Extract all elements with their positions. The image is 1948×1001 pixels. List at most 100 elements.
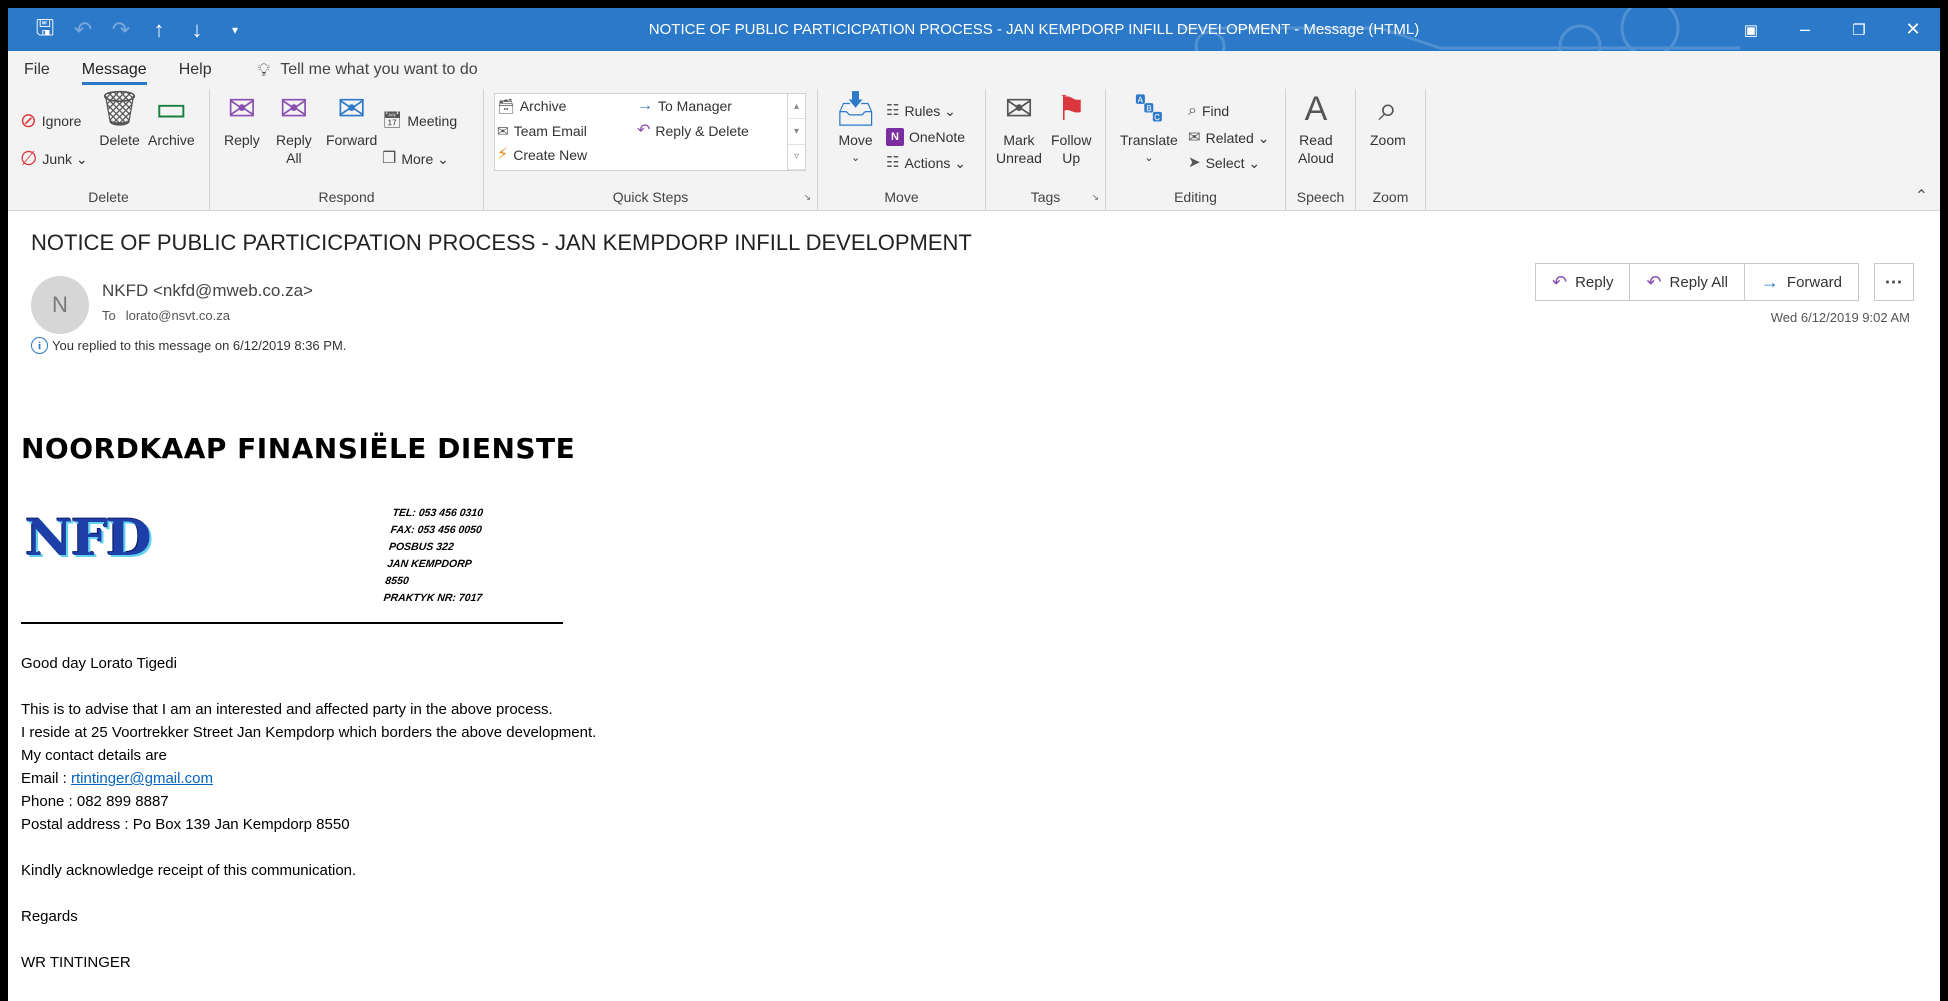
address-line: PRAKTYK NR: 7017 — [382, 592, 483, 604]
dialog-launcher-icon[interactable]: ↘ — [803, 192, 811, 203]
tab-file[interactable]: File — [8, 51, 66, 89]
save-icon[interactable]: 🖫 — [28, 14, 62, 46]
archive-button[interactable]: ▭ Archive — [148, 91, 195, 149]
follow-label-1: Follow — [1051, 132, 1092, 148]
trash-icon: 🗑︎ — [98, 90, 142, 128]
ignore-label: Ignore — [41, 113, 82, 129]
related-button[interactable]: ✉ Related ⌄ — [1188, 128, 1269, 148]
info-bar[interactable]: i You replied to this message on 6/12/20… — [31, 337, 346, 354]
group-tags: ✉ Mark Unread ⚑ Follow Up Tags ↘ — [986, 89, 1106, 211]
select-button[interactable]: ➤ Select ⌄ — [1188, 153, 1260, 173]
group-label-respond: Respond — [318, 189, 375, 205]
sender[interactable]: NKFD <nkfd@mweb.co.za> — [102, 281, 313, 301]
read-aloud-button[interactable]: A Read Aloud — [1298, 91, 1334, 167]
ribbon-display-options-icon[interactable]: ▣ — [1724, 8, 1778, 51]
mark-unread-button[interactable]: ✉ Mark Unread — [996, 91, 1042, 167]
group-label-quick-steps: Quick Steps — [612, 189, 689, 205]
related-icon: ✉ — [1188, 129, 1201, 146]
to-address[interactable]: lorato@nsvt.co.za — [126, 308, 230, 323]
scroll-down-icon[interactable]: ▾ — [788, 119, 805, 145]
tab-message[interactable]: Message — [66, 51, 163, 89]
group-label-move: Move — [884, 189, 919, 205]
greeting: Good day Lorato Tigedi — [21, 655, 177, 672]
actions-button[interactable]: ☷ Actions ⌄ — [886, 153, 966, 173]
tab-help[interactable]: Help — [163, 51, 228, 89]
body-line: I reside at 25 Voortrekker Street Jan Ke… — [21, 724, 597, 741]
reply-all-icon: ✉ — [279, 90, 309, 128]
group-label-delete: Delete — [88, 189, 129, 205]
quickstep-archive[interactable]: 🗃︎ Archive — [497, 96, 566, 116]
body-line: Kindly acknowledge receipt of this commu… — [21, 862, 357, 879]
rules-label: Rules — [904, 103, 941, 119]
group-move: 📥︎ Move ⌄ ☷ Rules ⌄ N OneNote ☷ Actions ⌄ Mov… — [818, 89, 986, 211]
dialog-launcher-icon[interactable]: ↘ — [1091, 192, 1099, 203]
message-actions: ↶ Reply ↶ Reply All → Forward — [1535, 263, 1859, 301]
group-label-zoom: Zoom — [1372, 189, 1409, 205]
reply-all-action-button[interactable]: ↶ Reply All — [1630, 264, 1745, 300]
close-button[interactable]: ✕ — [1886, 8, 1940, 51]
collapse-ribbon-icon[interactable]: ⌃ — [1915, 186, 1928, 206]
forward-button[interactable]: ✉ Forward — [326, 91, 377, 149]
select-label: Select — [1205, 155, 1245, 171]
email-link[interactable]: rtintinger@gmail.com — [71, 770, 213, 787]
delete-button[interactable]: 🗑︎ Delete — [98, 91, 141, 149]
message-datetime: Wed 6/12/2019 9:02 AM — [1770, 310, 1910, 325]
reply-button[interactable]: ✉ Reply — [224, 91, 260, 149]
reply-all-button[interactable]: ✉ Reply All — [276, 91, 312, 167]
quick-steps-scroll[interactable]: ▴ ▾ ▿ — [787, 94, 805, 170]
quickstep-team-email[interactable]: ✉ Team Email — [497, 121, 587, 141]
more-actions-button[interactable]: ⋯ — [1874, 263, 1914, 301]
lightning-icon: ⚡︎ — [497, 146, 509, 163]
find-label: Find — [1201, 103, 1230, 119]
scroll-up-icon[interactable]: ▴ — [788, 94, 805, 120]
to-label: To — [102, 308, 116, 323]
quickstep-to-manager-label: To Manager — [658, 98, 732, 114]
group-editing: 🔤︎ Translate ⌄ ⌕ Find ✉ Related ⌄ ➤ Select ⌄ … — [1106, 89, 1286, 211]
move-button[interactable]: 📥︎ Move ⌄ — [834, 91, 877, 167]
move-label: Move — [838, 132, 873, 148]
outlook-message-window: 🖫 ↶ ↷ ↑ ↓ ▾ NOTICE OF PUBLIC PARTICICPAT… — [8, 8, 1940, 1001]
reply-all-icon: ↶ — [1646, 271, 1662, 292]
customize-toolbar-icon[interactable]: ▾ — [218, 14, 252, 46]
restore-button[interactable]: ❐ — [1832, 8, 1886, 51]
undo-icon[interactable]: ↶ — [66, 14, 100, 46]
forward-icon: → — [1760, 271, 1779, 292]
delete-label: Delete — [99, 132, 140, 148]
archive-icon: 🗃︎ — [497, 98, 515, 114]
onenote-button[interactable]: N OneNote — [886, 128, 965, 146]
more-respond-icon: ❐ — [382, 150, 397, 167]
zoom-button[interactable]: ⌕ Zoom — [1370, 91, 1406, 149]
avatar[interactable]: N — [31, 276, 89, 334]
address-line: POSBUS 322 — [388, 541, 455, 553]
archive-label: Archive — [148, 132, 195, 148]
address-line: TEL: 053 456 0310 — [391, 507, 484, 519]
reply-action-button[interactable]: ↶ Reply — [1536, 264, 1631, 300]
rules-button[interactable]: ☷ Rules ⌄ — [886, 101, 956, 121]
recipients: To lorato@nsvt.co.za — [102, 308, 230, 323]
previous-item-icon[interactable]: ↑ — [142, 14, 176, 46]
junk-button[interactable]: ∅ Junk ⌄ — [20, 149, 88, 169]
quickstep-reply-delete[interactable]: ↶ Reply & Delete — [637, 121, 749, 141]
company-logo: NFD — [25, 508, 152, 567]
next-item-icon[interactable]: ↓ — [180, 14, 214, 46]
group-quick-steps: 🗃︎ Archive ✉ Team Email ⚡︎ Create New → To M… — [484, 89, 818, 211]
translate-button[interactable]: 🔤︎ Translate ⌄ — [1120, 91, 1178, 167]
ignore-button[interactable]: ⊘ Ignore — [20, 111, 81, 131]
minimize-button[interactable]: – — [1778, 8, 1832, 51]
message-body: Good day Lorato Tigedi This is to advise… — [21, 652, 596, 974]
read-aloud-icon: A — [1304, 90, 1328, 128]
quickstep-create-new[interactable]: ⚡︎ Create New — [497, 145, 587, 165]
expand-gallery-icon[interactable]: ▿ — [788, 145, 805, 170]
more-respond-button[interactable]: ❐ More ⌄ — [382, 149, 449, 169]
redo-icon[interactable]: ↷ — [104, 14, 138, 46]
meeting-button[interactable]: 📅︎ Meeting — [382, 111, 457, 131]
translate-label: Translate — [1120, 132, 1178, 148]
follow-up-button[interactable]: ⚑ Follow Up — [1051, 91, 1091, 167]
quickstep-to-manager[interactable]: → To Manager — [637, 96, 732, 116]
quickstep-archive-label: Archive — [519, 98, 567, 114]
reply-all-action-label: Reply All — [1669, 273, 1728, 291]
find-button[interactable]: ⌕ Find — [1188, 101, 1229, 121]
forward-action-button[interactable]: → Forward — [1745, 264, 1858, 300]
tell-me-search[interactable]: 💡︎ Tell me what you want to do — [258, 60, 478, 81]
postal-line: Postal address : Po Box 139 Jan Kempdorp… — [21, 816, 350, 833]
